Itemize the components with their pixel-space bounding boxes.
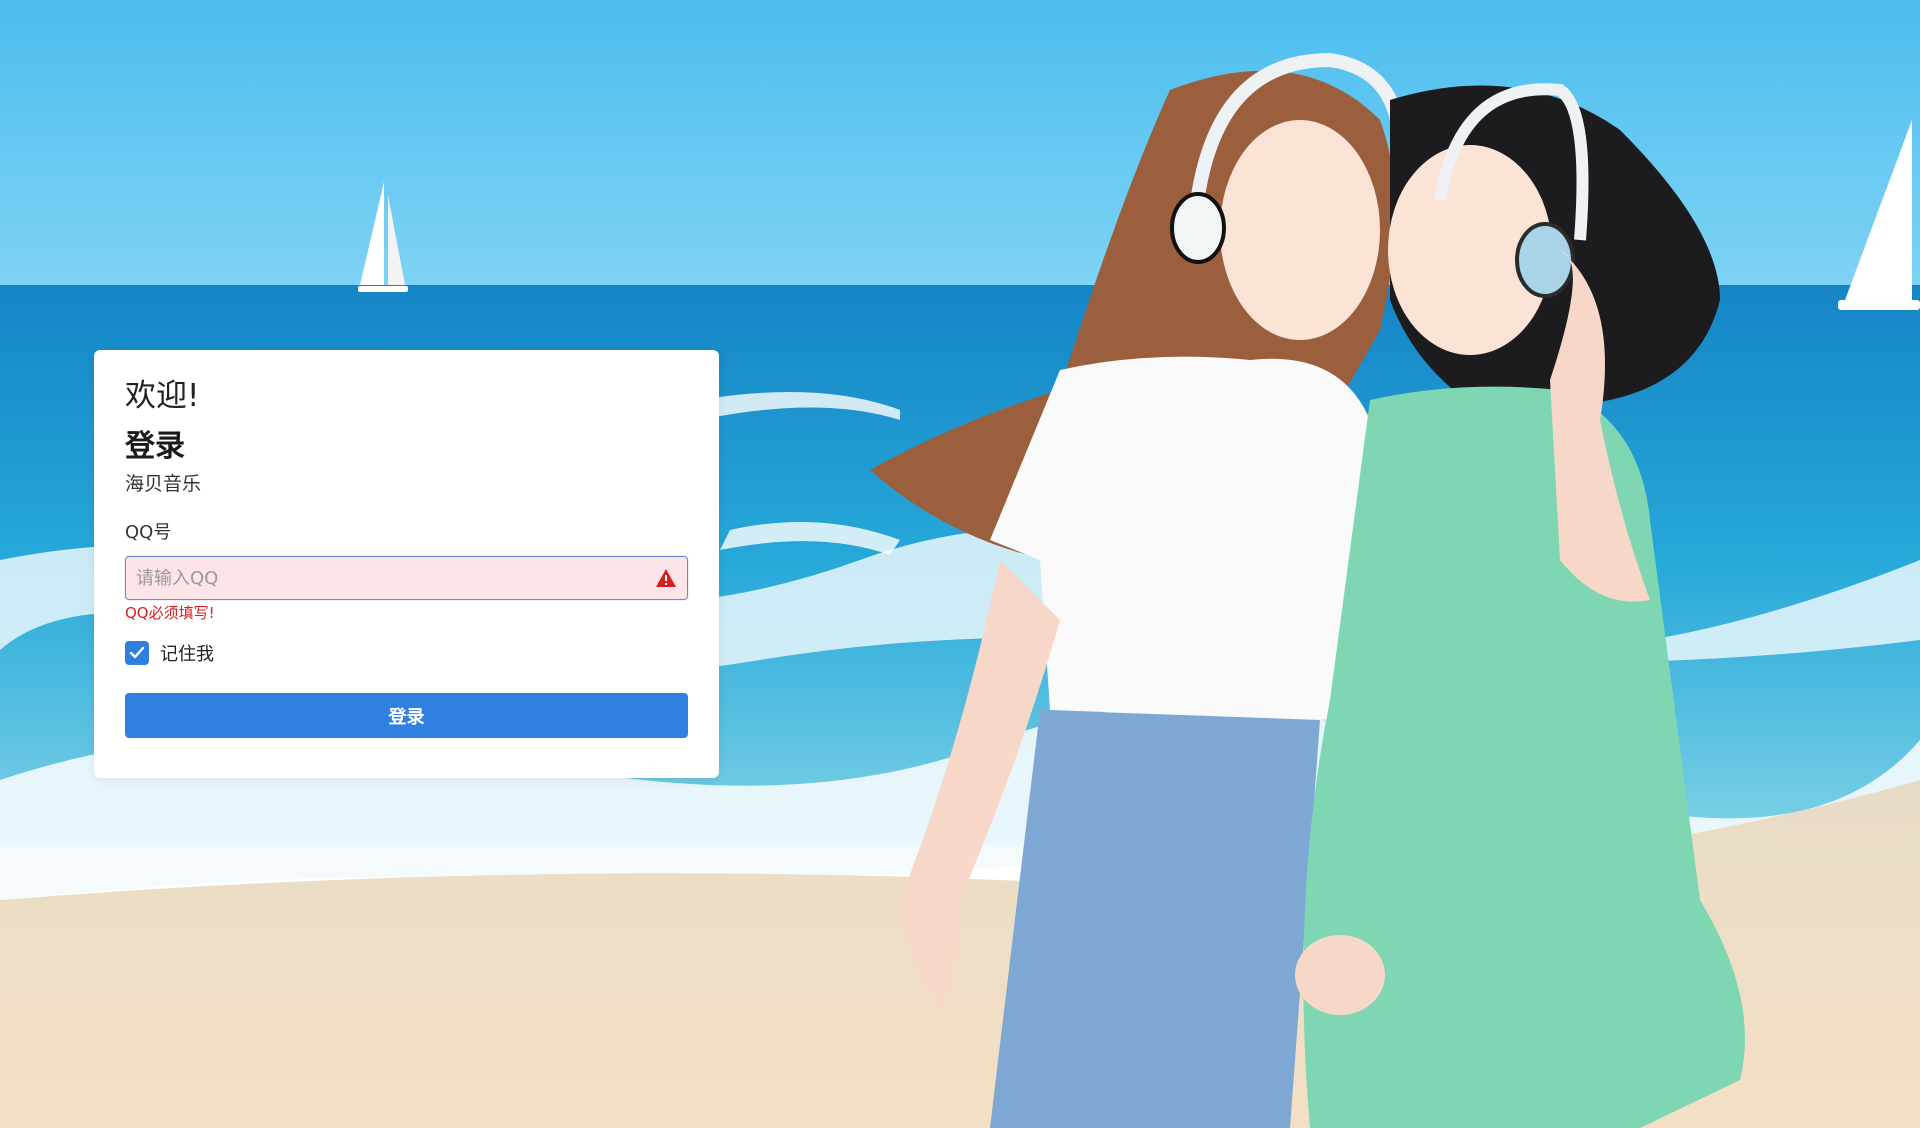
qq-error-message: QQ必须填写! xyxy=(125,604,215,622)
login-title: 登录 xyxy=(125,429,185,464)
welcome-text: 欢迎! xyxy=(125,378,200,414)
login-card: 欢迎! 登录 海贝音乐 QQ号 QQ必须填写! 记住我 登录 xyxy=(94,350,719,778)
remember-me-row: 记住我 xyxy=(125,640,688,666)
warning-triangle-icon xyxy=(656,569,676,587)
remember-me-label[interactable]: 记住我 xyxy=(160,640,214,666)
remember-me-checkbox[interactable] xyxy=(125,641,149,665)
qq-input-wrapper xyxy=(125,556,688,600)
checkmark-icon xyxy=(129,646,145,659)
qq-input[interactable] xyxy=(126,557,636,599)
qq-label: QQ号 xyxy=(125,522,172,543)
login-button[interactable]: 登录 xyxy=(125,693,688,738)
app-name: 海贝音乐 xyxy=(125,473,202,495)
